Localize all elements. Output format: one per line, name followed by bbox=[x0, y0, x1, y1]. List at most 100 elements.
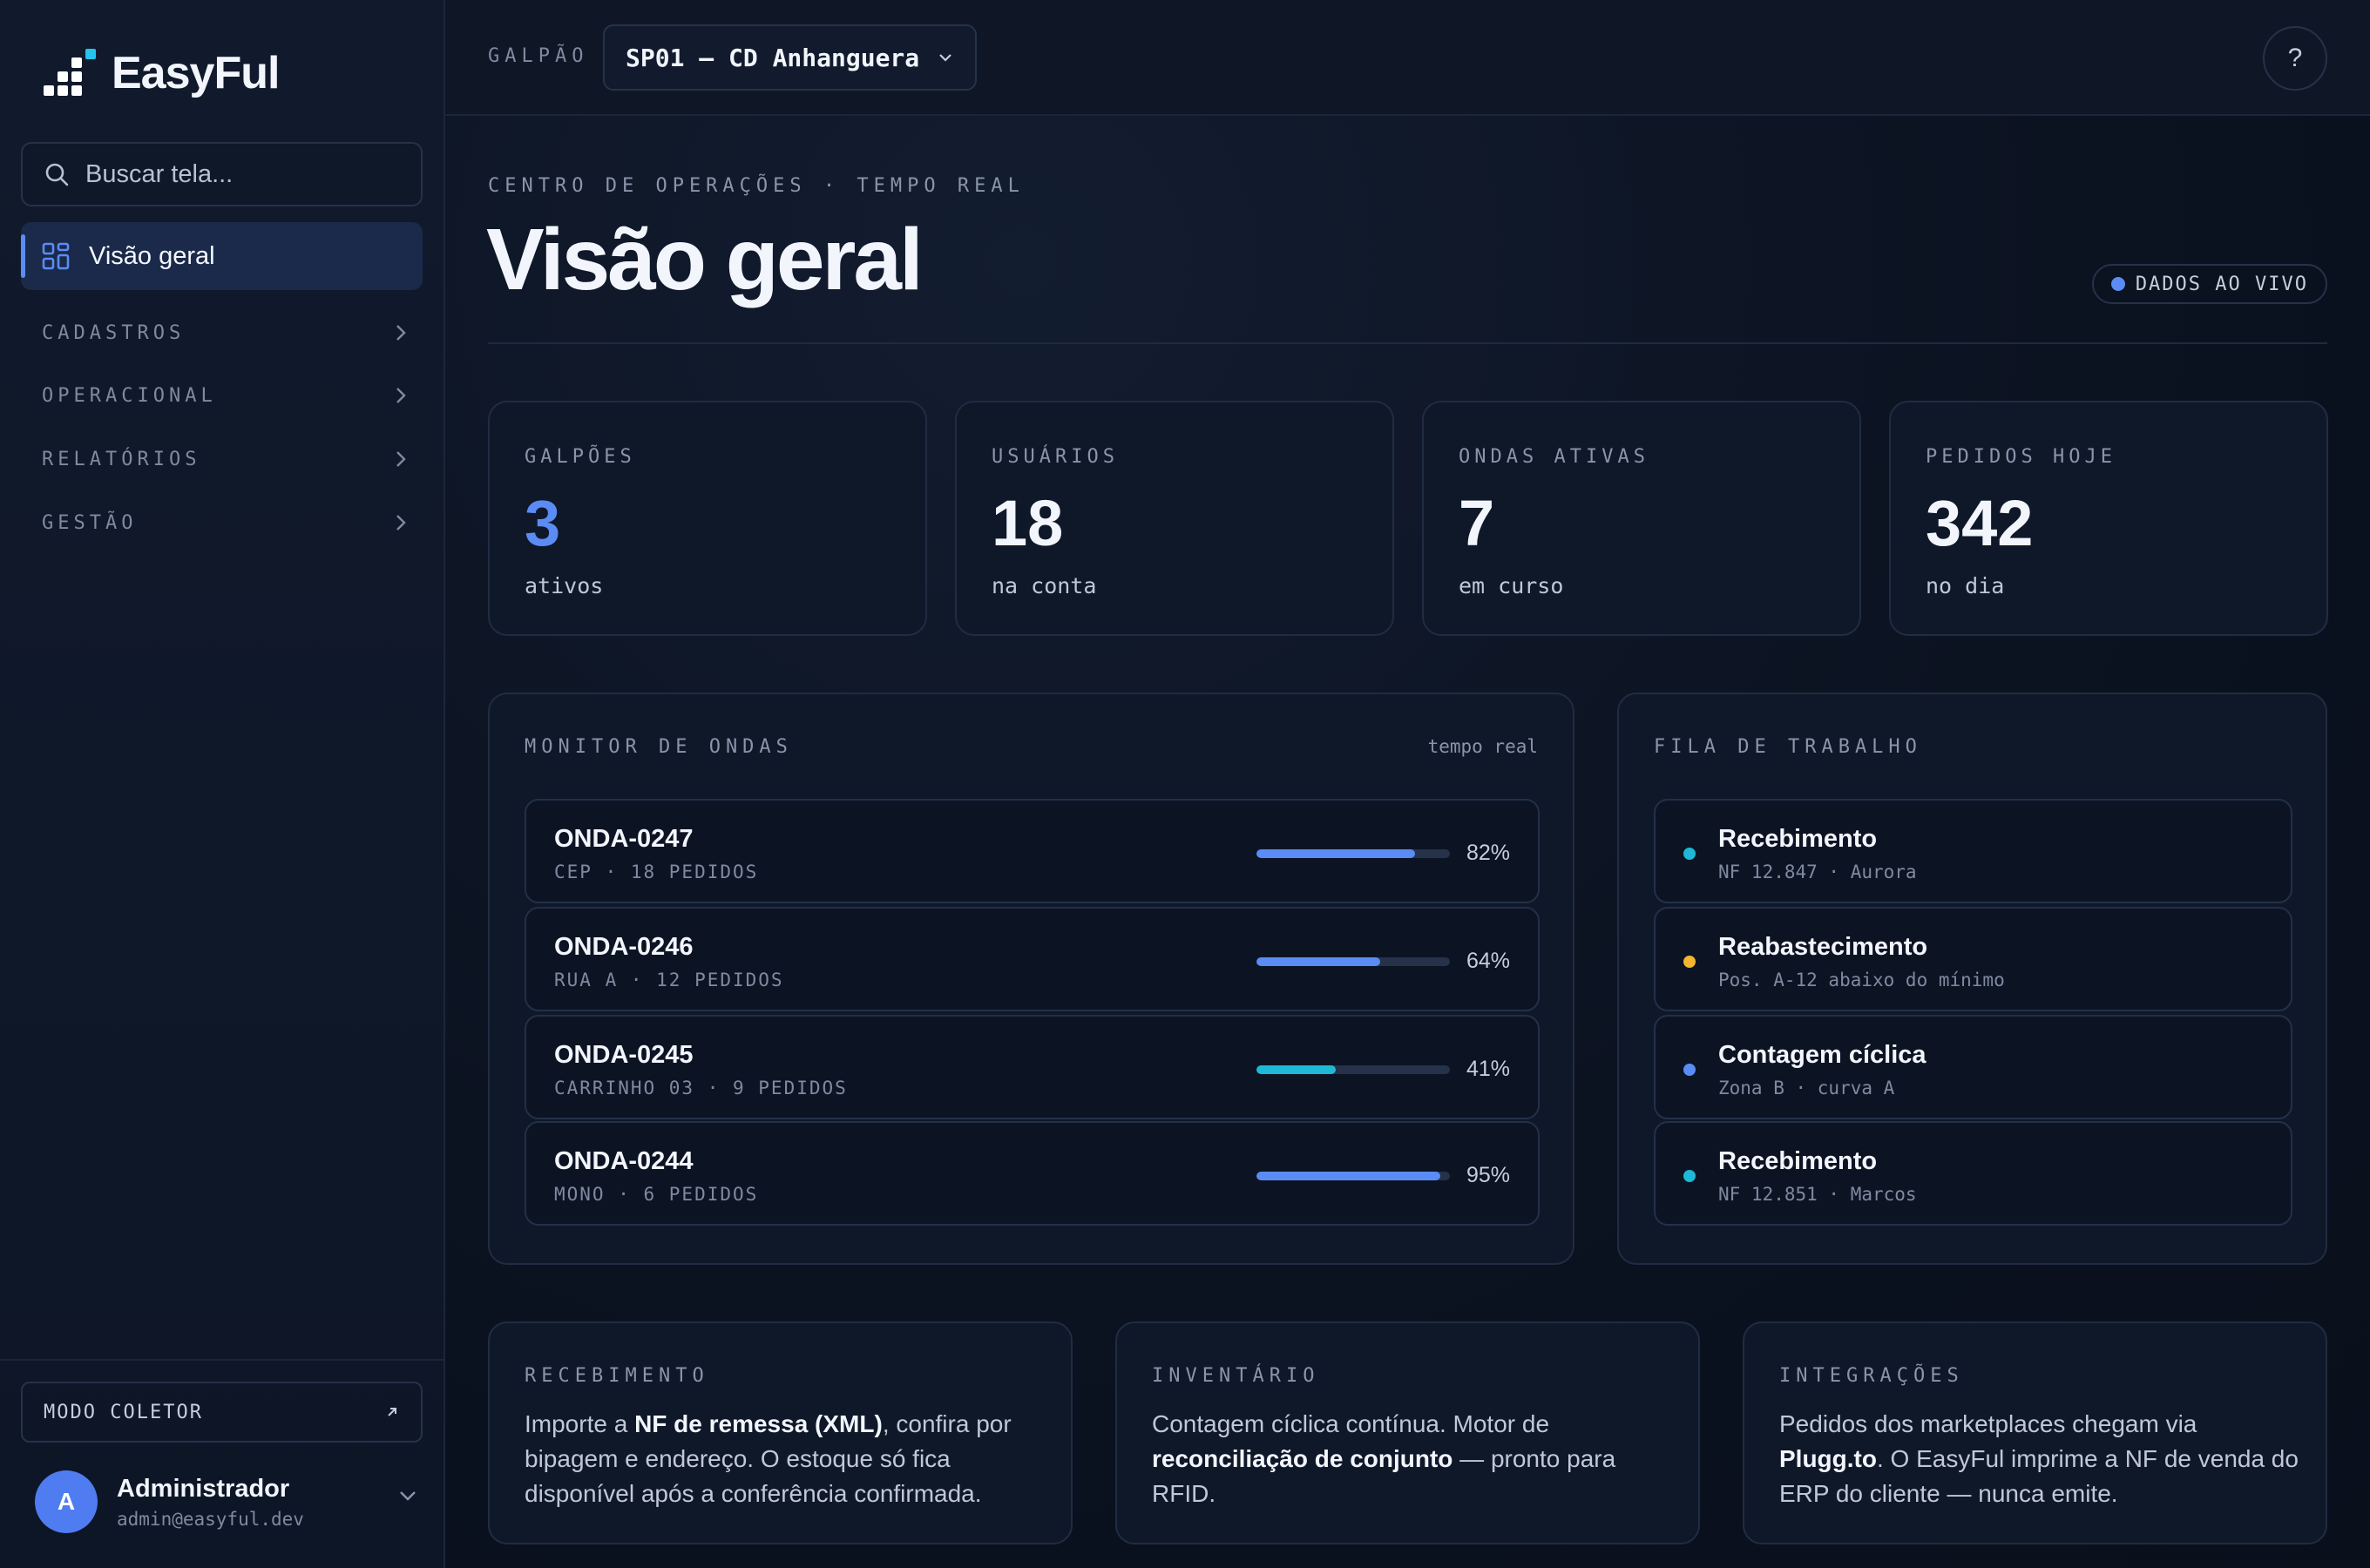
live-badge-label: DADOS AO VIVO bbox=[2135, 273, 2308, 295]
search-input[interactable] bbox=[85, 159, 416, 189]
info-card-recebimento: RECEBIMENTO Importe a NF de remessa (XML… bbox=[488, 1321, 1073, 1544]
queue-item[interactable]: Reabastecimento Pos. A-12 abaixo do míni… bbox=[1654, 907, 2292, 1011]
wave-name: ONDA-0246 bbox=[554, 933, 694, 961]
sidebar-group-relatorios[interactable]: RELATÓRIOS bbox=[42, 442, 408, 476]
stat-sub: no dia bbox=[1926, 573, 2005, 598]
stat-card-usuarios: USUÁRIOS 18 na conta bbox=[955, 401, 1394, 636]
wave-row[interactable]: ONDA-0247 CEP · 18 PEDIDOS 82% bbox=[525, 799, 1540, 903]
panel-title: MONITOR DE ONDAS bbox=[525, 736, 793, 758]
stat-sub: ativos bbox=[525, 573, 604, 598]
stat-card-galpoes: GALPÕES 3 ativos bbox=[488, 401, 927, 636]
wave-sub: CEP · 18 PEDIDOS bbox=[554, 862, 759, 882]
info-card-integracoes: INTEGRAÇÕES Pedidos dos marketplaces che… bbox=[1743, 1321, 2327, 1544]
avatar: A bbox=[35, 1470, 98, 1533]
live-badge: DADOS AO VIVO bbox=[2091, 264, 2327, 304]
wave-progress-fill bbox=[1256, 957, 1381, 966]
wave-progress-fill bbox=[1256, 1065, 1337, 1074]
queue-item-sub: NF 12.847 · Aurora bbox=[1718, 862, 1917, 882]
brand-logo-icon bbox=[40, 45, 96, 101]
user-name: Administrador bbox=[117, 1474, 290, 1503]
dashboard-icon bbox=[42, 242, 70, 270]
wave-progress-label: 95% bbox=[1466, 1163, 1510, 1187]
stat-value: 18 bbox=[992, 487, 1064, 559]
info-card-inventario: INVENTÁRIO Contagem cíclica contínua. Mo… bbox=[1115, 1321, 1700, 1544]
chevron-down-icon bbox=[939, 54, 951, 62]
collector-mode-label: MODO COLETOR bbox=[44, 1401, 203, 1423]
sidebar-group-cadastros[interactable]: CADASTROS bbox=[42, 315, 408, 350]
info-card-body: Importe a NF de remessa (XML), confira p… bbox=[525, 1410, 1012, 1507]
wave-row[interactable]: ONDA-0245 CARRINHO 03 · 9 PEDIDOS 41% bbox=[525, 1015, 1540, 1119]
info-card-label: INVENTÁRIO bbox=[1152, 1365, 1320, 1387]
status-dot-icon bbox=[1683, 1064, 1696, 1076]
info-card-label: RECEBIMENTO bbox=[525, 1365, 709, 1387]
wave-name: ONDA-0247 bbox=[554, 825, 694, 853]
wave-progress-label: 64% bbox=[1466, 949, 1510, 973]
search-box[interactable] bbox=[21, 142, 423, 206]
chevron-right-icon bbox=[396, 451, 406, 467]
stat-sub: em curso bbox=[1459, 573, 1564, 598]
brand[interactable]: EasyFul bbox=[40, 45, 280, 101]
wave-progress-fill bbox=[1256, 849, 1416, 858]
work-queue-panel: FILA DE TRABALHO Recebimento NF 12.847 ·… bbox=[1617, 693, 2327, 1265]
sidebar-group-label: OPERACIONAL bbox=[42, 384, 217, 407]
wave-name: ONDA-0245 bbox=[554, 1041, 694, 1069]
stat-sub: na conta bbox=[992, 573, 1097, 598]
chevron-right-icon bbox=[396, 515, 406, 531]
live-dot-icon bbox=[2110, 277, 2125, 291]
queue-item-name: Reabastecimento bbox=[1718, 933, 1928, 961]
wave-row[interactable]: ONDA-0244 MONO · 6 PEDIDOS 95% bbox=[525, 1121, 1540, 1226]
info-card-body: Contagem cíclica contínua. Motor de reco… bbox=[1152, 1410, 1616, 1507]
status-dot-icon bbox=[1683, 1170, 1696, 1182]
chevron-right-icon bbox=[396, 325, 406, 341]
warehouse-select[interactable]: SP01 — CD Anhanguera bbox=[603, 24, 977, 91]
wave-monitor-panel: MONITOR DE ONDAS tempo real ONDA-0247 CE… bbox=[488, 693, 1574, 1265]
queue-item[interactable]: Contagem cíclica Zona B · curva A bbox=[1654, 1015, 2292, 1119]
status-dot-icon bbox=[1683, 956, 1696, 968]
wave-name: ONDA-0244 bbox=[554, 1147, 694, 1175]
wave-sub: RUA A · 12 PEDIDOS bbox=[554, 970, 784, 990]
sidebar-group-label: GESTÃO bbox=[42, 511, 138, 534]
panel-realtime-label: tempo real bbox=[1427, 736, 1538, 757]
topbar: GALPÃO SP01 — CD Anhanguera ? bbox=[445, 0, 2370, 116]
status-dot-icon bbox=[1683, 848, 1696, 860]
queue-item-name: Recebimento bbox=[1718, 825, 1878, 853]
sidebar-group-gestao[interactable]: GESTÃO bbox=[42, 505, 408, 540]
chevron-right-icon bbox=[396, 388, 406, 403]
wave-sub: CARRINHO 03 · 9 PEDIDOS bbox=[554, 1078, 848, 1098]
sidebar-item-visao-geral[interactable]: Visão geral bbox=[21, 222, 423, 290]
queue-item[interactable]: Recebimento NF 12.847 · Aurora bbox=[1654, 799, 2292, 903]
stat-label: PEDIDOS HOJE bbox=[1926, 446, 2116, 468]
help-button[interactable]: ? bbox=[2263, 26, 2327, 91]
warehouse-value: SP01 — CD Anhanguera bbox=[626, 43, 920, 72]
info-card-body: Pedidos dos marketplaces chegam via Plug… bbox=[1779, 1410, 2299, 1507]
user-menu[interactable]: A Administrador admin@easyful.dev bbox=[35, 1470, 418, 1534]
stat-label: GALPÕES bbox=[525, 446, 636, 468]
wave-sub: MONO · 6 PEDIDOS bbox=[554, 1184, 759, 1205]
wave-progress-fill bbox=[1256, 1172, 1440, 1180]
wave-progress-bar bbox=[1256, 1172, 1450, 1180]
panel-title: FILA DE TRABALHO bbox=[1654, 736, 1922, 758]
sidebar-item-label: Visão geral bbox=[89, 241, 215, 270]
search-icon bbox=[45, 163, 69, 186]
sidebar-group-label: CADASTROS bbox=[42, 321, 186, 344]
wave-row[interactable]: ONDA-0246 RUA A · 12 PEDIDOS 64% bbox=[525, 907, 1540, 1011]
queue-item-sub: Zona B · curva A bbox=[1718, 1078, 1895, 1098]
sidebar-group-operacional[interactable]: OPERACIONAL bbox=[42, 378, 408, 413]
queue-item-name: Recebimento bbox=[1718, 1147, 1878, 1175]
stat-value: 7 bbox=[1459, 487, 1495, 559]
info-card-label: INTEGRAÇÕES bbox=[1779, 1365, 1964, 1387]
sidebar: EasyFul Visão geral CADASTROS OPERACIONA… bbox=[0, 0, 445, 1568]
wave-progress-label: 41% bbox=[1466, 1057, 1510, 1081]
wave-progress-bar bbox=[1256, 957, 1450, 966]
external-link-icon bbox=[388, 1408, 396, 1416]
stat-label: USUÁRIOS bbox=[992, 446, 1119, 468]
wave-progress-bar bbox=[1256, 1065, 1450, 1074]
user-email: admin@easyful.dev bbox=[117, 1508, 304, 1530]
page-eyebrow: CENTRO DE OPERAÇÕES · TEMPO REAL bbox=[488, 175, 1025, 197]
collector-mode-button[interactable]: MODO COLETOR bbox=[21, 1382, 423, 1443]
wave-progress-bar bbox=[1256, 849, 1450, 858]
stat-card-ondas-ativas: ONDAS ATIVAS 7 em curso bbox=[1422, 401, 1861, 636]
sidebar-divider bbox=[0, 1359, 445, 1361]
main-content: CENTRO DE OPERAÇÕES · TEMPO REAL Visão g… bbox=[445, 116, 2370, 1568]
queue-item[interactable]: Recebimento NF 12.851 · Marcos bbox=[1654, 1121, 2292, 1226]
